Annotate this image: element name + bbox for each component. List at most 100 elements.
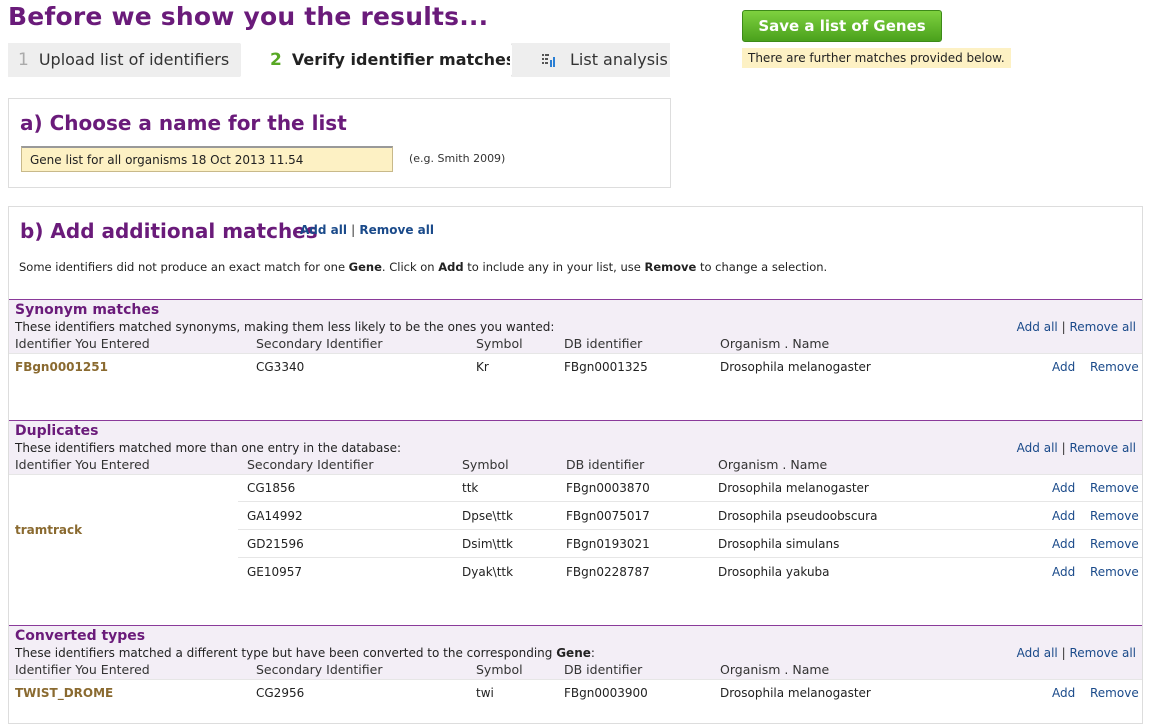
add-match-button[interactable]: Add [1052, 686, 1075, 700]
symbol: Dyak\ttk [462, 565, 514, 579]
desc-text: : [590, 646, 595, 660]
step-label: List analysis [570, 50, 668, 69]
desc-text: Some identifiers did not produce an exac… [19, 260, 349, 274]
desc-bold: Remove [644, 260, 697, 274]
db-identifier: FBgn0193021 [566, 537, 650, 551]
group-add-all-link[interactable]: Add all [1017, 441, 1058, 455]
remove-match-button[interactable]: Remove [1090, 509, 1139, 523]
col-header-db: DB identifier [564, 336, 643, 351]
secondary-identifier: CG1856 [247, 481, 296, 495]
col-header-entered: Identifier You Entered [15, 662, 150, 677]
desc-text: . Click on [381, 260, 439, 274]
col-header-entered: Identifier You Entered [15, 336, 150, 351]
col-header-secondary: Secondary Identifier [256, 336, 383, 351]
bar-chart-icon [542, 54, 555, 67]
add-match-button[interactable]: Add [1052, 360, 1075, 374]
col-header-symbol: Symbol [462, 457, 509, 472]
section-a-title: a) Choose a name for the list [20, 111, 347, 135]
add-match-button[interactable]: Add [1052, 481, 1075, 495]
group-links: Add all | Remove all [1017, 441, 1136, 455]
add-all-link[interactable]: Add all [300, 223, 347, 237]
organism-name: Drosophila yakuba [718, 565, 830, 579]
col-header-organism: Organism . Name [720, 336, 830, 351]
step-label: Verify identifier matches [291, 50, 516, 69]
step-upload[interactable]: 1 Upload list of identifiers [8, 43, 240, 77]
step-label: Upload list of identifiers [38, 50, 230, 69]
converted-types-group: Converted types These identifiers matche… [9, 625, 1142, 721]
add-match-button[interactable]: Add [1052, 537, 1075, 551]
desc-text: to include any in your list, use [463, 260, 645, 274]
list-name-section: a) Choose a name for the list (e.g. Smit… [8, 98, 671, 188]
db-identifier: FBgn0003900 [564, 686, 648, 700]
list-name-hint: (e.g. Smith 2009) [409, 152, 506, 165]
symbol: twi [476, 686, 494, 700]
save-list-button[interactable]: Save a list of Genes [742, 10, 942, 42]
remove-match-button[interactable]: Remove [1090, 360, 1139, 374]
group-remove-all-link[interactable]: Remove all [1069, 441, 1136, 455]
row-divider [238, 529, 1142, 530]
step-number: 2 [270, 50, 282, 70]
additional-matches-section: b) Add additional matches Add all | Remo… [8, 206, 1143, 724]
group-title: Converted types [15, 628, 146, 644]
row-divider [9, 679, 1142, 680]
desc-bold: Add [438, 260, 464, 274]
secondary-identifier: CG2956 [256, 686, 305, 700]
organism-name: Drosophila melanogaster [720, 360, 871, 374]
col-header-entered: Identifier You Entered [15, 457, 150, 472]
organism-name: Drosophila melanogaster [720, 686, 871, 700]
page-title: Before we show you the results... [8, 2, 489, 31]
group-description: These identifiers matched synonyms, maki… [15, 320, 555, 334]
group-links: Add all | Remove all [1017, 646, 1136, 660]
entered-identifier: tramtrack [15, 523, 83, 537]
link-separator: | [1061, 441, 1066, 455]
col-header-db: DB identifier [564, 662, 643, 677]
remove-all-link[interactable]: Remove all [359, 223, 434, 237]
link-separator: | [1061, 320, 1066, 334]
group-title: Synonym matches [15, 302, 160, 318]
desc-text: These identifiers matched a different ty… [15, 646, 557, 660]
group-remove-all-link[interactable]: Remove all [1069, 646, 1136, 660]
organism-name: Drosophila melanogaster [718, 481, 869, 495]
row-divider [238, 557, 1142, 558]
remove-match-button[interactable]: Remove [1090, 686, 1139, 700]
section-b-links: Add all | Remove all [300, 223, 434, 237]
row-divider [9, 474, 1142, 475]
symbol: Kr [476, 360, 489, 374]
link-separator: | [351, 223, 356, 237]
add-match-button[interactable]: Add [1052, 509, 1075, 523]
col-header-secondary: Secondary Identifier [247, 457, 374, 472]
synonym-matches-group: Synonym matches These identifiers matche… [9, 299, 1142, 421]
col-header-organism: Organism . Name [720, 662, 830, 677]
group-add-all-link[interactable]: Add all [1017, 320, 1058, 334]
section-b-title: b) Add additional matches [20, 219, 318, 243]
list-name-input[interactable] [21, 146, 393, 172]
group-description: These identifiers matched more than one … [15, 441, 402, 455]
further-matches-notice: There are further matches provided below… [742, 48, 1011, 68]
add-match-button[interactable]: Add [1052, 565, 1075, 579]
step-number: 1 [18, 50, 29, 70]
desc-bold: Gene [556, 646, 591, 660]
db-identifier: FBgn0001325 [564, 360, 648, 374]
desc-bold: Gene [348, 260, 382, 274]
group-links: Add all | Remove all [1017, 320, 1136, 334]
step-list-analysis[interactable]: List analysis [512, 43, 670, 77]
row-divider [238, 501, 1142, 502]
remove-match-button[interactable]: Remove [1090, 565, 1139, 579]
remove-match-button[interactable]: Remove [1090, 537, 1139, 551]
remove-match-button[interactable]: Remove [1090, 481, 1139, 495]
symbol: Dpse\ttk [462, 509, 513, 523]
group-remove-all-link[interactable]: Remove all [1069, 320, 1136, 334]
secondary-identifier: GE10957 [247, 565, 303, 579]
row-divider [9, 353, 1142, 354]
db-identifier: FBgn0075017 [566, 509, 650, 523]
organism-name: Drosophila simulans [718, 537, 840, 551]
col-header-organism: Organism . Name [718, 457, 828, 472]
group-description: These identifiers matched a different ty… [15, 646, 595, 660]
steps-breadcrumb: 1 Upload list of identifiers 2 Verify iden… [8, 43, 670, 77]
col-header-symbol: Symbol [476, 662, 523, 677]
secondary-identifier: CG3340 [256, 360, 305, 374]
duplicates-group: Duplicates These identifiers matched mor… [9, 420, 1142, 626]
secondary-identifier: GA14992 [247, 509, 303, 523]
group-add-all-link[interactable]: Add all [1017, 646, 1058, 660]
symbol: ttk [462, 481, 479, 495]
